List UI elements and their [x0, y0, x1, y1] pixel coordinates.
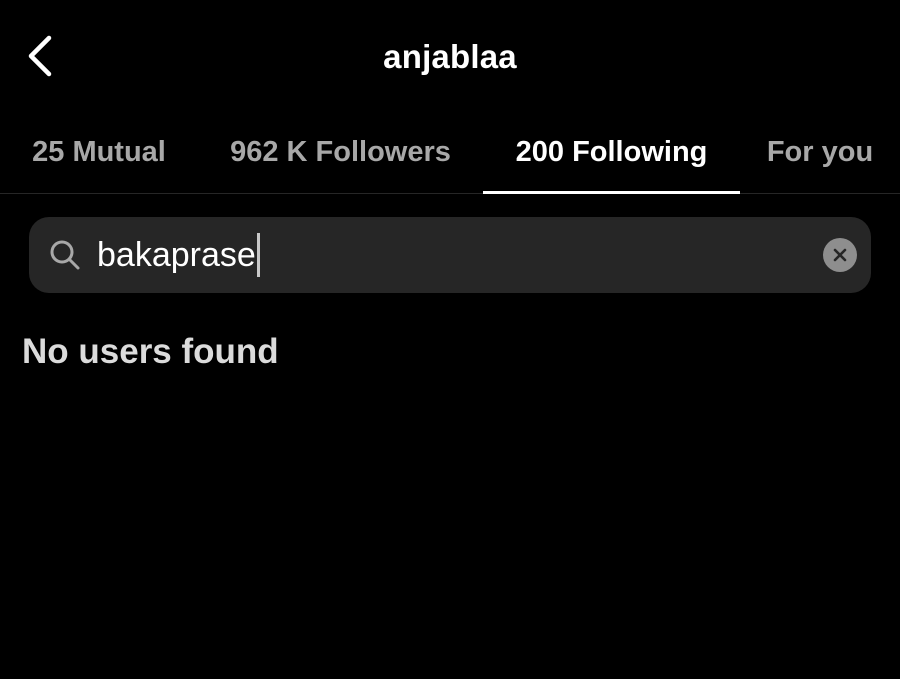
search-input[interactable]: bakaprase — [97, 217, 797, 293]
search-input-value: bakaprase — [97, 235, 256, 274]
tab-bar: 25 Mutual 962 K Followers 200 Following … — [0, 110, 900, 194]
clear-search-button[interactable] — [823, 238, 857, 272]
empty-results-message: No users found — [22, 332, 279, 371]
tab-mutual[interactable]: 25 Mutual — [0, 110, 198, 194]
clear-icon — [833, 248, 847, 262]
following-screen: anjablaa 25 Mutual 962 K Followers 200 F… — [0, 0, 900, 679]
tab-following[interactable]: 200 Following — [483, 110, 740, 194]
header: anjablaa — [0, 0, 900, 110]
tab-followers[interactable]: 962 K Followers — [198, 110, 483, 194]
page-title: anjablaa — [383, 38, 517, 75]
text-caret — [256, 233, 260, 277]
active-tab-indicator — [483, 191, 740, 194]
search-icon — [50, 240, 80, 270]
search-bar[interactable]: bakaprase — [29, 217, 871, 293]
tab-for-you[interactable]: For you — [740, 110, 900, 194]
